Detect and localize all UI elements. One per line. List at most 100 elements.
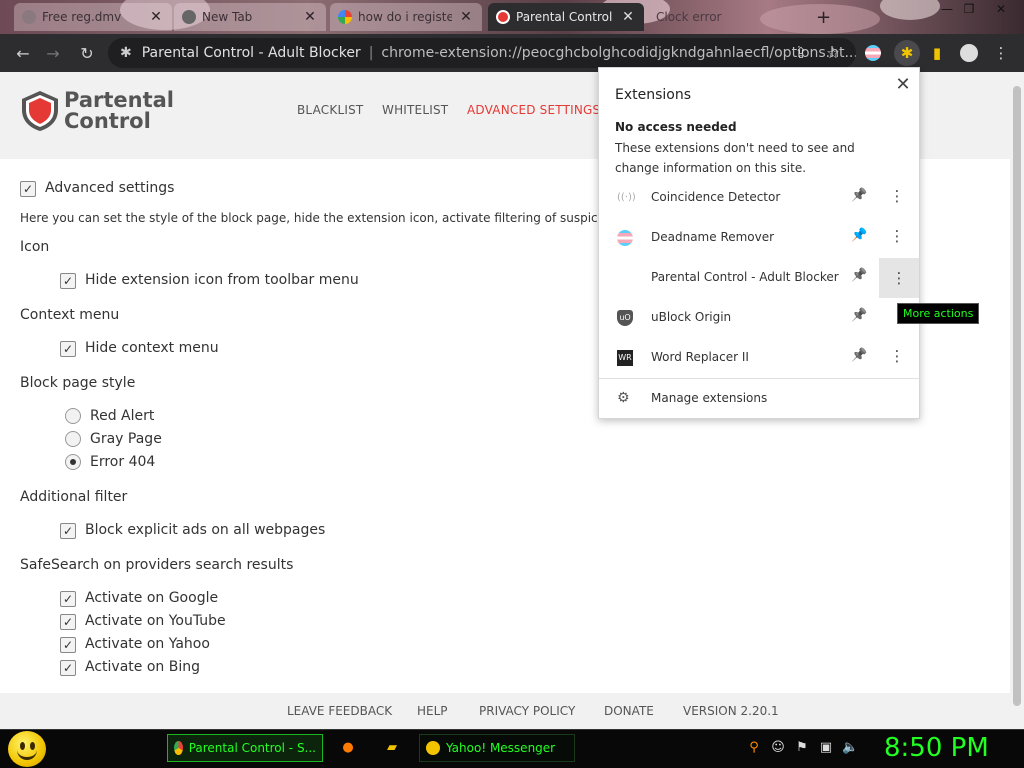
yahoo-checkbox[interactable]: ✓ — [60, 637, 76, 653]
puzzle-icon: ✱ — [120, 45, 132, 61]
tab-close-icon[interactable]: ✕ — [148, 9, 164, 25]
side-panel-icon[interactable]: ▮ — [926, 42, 948, 64]
advanced-settings-checkbox[interactable]: ✓ — [20, 181, 36, 197]
extension-row-coincidence-detector[interactable]: ((·)) Coincidence Detector 📌 ⋮ — [599, 178, 919, 218]
reload-icon[interactable]: ↻ — [76, 42, 98, 64]
action-center-flag-icon[interactable]: ⚑ — [794, 740, 810, 756]
yahoo-label: Activate on Yahoo — [85, 636, 210, 652]
error-404-radio[interactable] — [65, 454, 81, 470]
nav-whitelist[interactable]: WHITELIST — [382, 103, 448, 117]
version-text: VERSION 2.20.1 — [683, 704, 779, 718]
hide-context-checkbox[interactable]: ✓ — [60, 341, 76, 357]
gray-page-radio[interactable] — [65, 431, 81, 447]
help-link[interactable]: HELP — [417, 704, 448, 718]
smiley-eye — [20, 742, 25, 750]
extension-row-parental-control[interactable]: Parental Control - Adult Blocker 📌 ⋮ — [599, 258, 919, 298]
tab-title: New Tab — [202, 10, 253, 24]
extension-name: Word Replacer II — [651, 350, 749, 364]
address-bar[interactable]: ✱ Parental Control - Adult Blocker | chr… — [108, 38, 856, 68]
page-title-in-omnibox: Parental Control - Adult Blocker — [141, 45, 361, 61]
nav-advanced-settings[interactable]: ADVANCED SETTINGS — [467, 103, 600, 117]
extension-row-ublock-origin[interactable]: uO uBlock Origin 📌 — [599, 298, 919, 338]
taskbar-chrome-label: Parental Control - S... — [188, 741, 316, 755]
word-replacer-icon: WR — [617, 350, 633, 366]
tab-close-icon[interactable]: ✕ — [302, 9, 318, 25]
deadname-remover-toolbar-icon[interactable] — [862, 42, 884, 64]
advanced-settings-label: Advanced settings — [45, 180, 175, 196]
error-404-label: Error 404 — [90, 454, 156, 470]
gray-page-label: Gray Page — [90, 431, 162, 447]
start-smiley-icon[interactable] — [8, 731, 46, 767]
section-additional-filter: Additional filter — [20, 489, 128, 505]
manage-extensions-link[interactable]: Manage extensions — [651, 391, 767, 405]
volume-icon[interactable]: 🔈 — [842, 740, 858, 756]
tab-new-tab[interactable]: New Tab ✕ — [174, 3, 326, 31]
extension-name: uBlock Origin — [651, 310, 732, 324]
tab-close-icon[interactable]: ✕ — [458, 9, 474, 25]
tab-title: how do i register — [358, 10, 452, 24]
ublock-shield-icon: uO — [617, 310, 633, 326]
bing-checkbox[interactable]: ✓ — [60, 660, 76, 676]
profile-avatar-icon[interactable] — [958, 42, 980, 64]
search-icon[interactable]: ⚲ — [746, 740, 762, 756]
forward-icon[interactable]: → — [42, 42, 64, 64]
extension-name: Coincidence Detector — [651, 190, 781, 204]
extension-row-deadname-remover[interactable]: Deadname Remover 📌 ⋮ — [599, 218, 919, 258]
popup-divider — [599, 378, 919, 379]
messenger-tray-icon[interactable]: ☺ — [770, 740, 786, 756]
block-ads-checkbox[interactable]: ✓ — [60, 523, 76, 539]
advanced-description: Here you can set the style of the block … — [20, 211, 684, 225]
tab-clock-error[interactable]: Clock error — [648, 3, 808, 31]
google-checkbox[interactable]: ✓ — [60, 591, 76, 607]
youtube-checkbox[interactable]: ✓ — [60, 614, 76, 630]
close-window-button[interactable]: ✕ — [990, 2, 1012, 16]
shield-icon — [496, 10, 510, 24]
taskbar-yahoo-label: Yahoo! Messenger — [446, 741, 556, 755]
scrollbar-thumb[interactable] — [1013, 86, 1021, 706]
bookmark-star-icon[interactable]: ☆ — [822, 42, 844, 64]
pin-icon[interactable]: 📌 — [851, 268, 867, 283]
more-actions-icon[interactable]: ⋮ — [889, 347, 905, 365]
taskbar-clock[interactable]: 8:50 PM — [884, 733, 989, 763]
deadname-remover-icon — [617, 230, 633, 246]
nav-blacklist[interactable]: BLACKLIST — [297, 103, 363, 117]
tab-close-icon[interactable]: ✕ — [620, 9, 636, 25]
coincidence-detector-icon: ((·)) — [617, 192, 636, 203]
more-actions-icon[interactable]: ⋮ — [889, 187, 905, 205]
tab-dmv[interactable]: Free reg.dmv ✕ — [14, 3, 172, 31]
folder-icon[interactable]: ▰ — [384, 740, 400, 756]
restore-button[interactable]: ❐ — [958, 2, 980, 16]
extension-row-word-replacer[interactable]: WR Word Replacer II 📌 ⋮ — [599, 338, 919, 378]
no-access-description: These extensions don't need to see and c… — [615, 141, 855, 175]
tab-parental-control[interactable]: Parental Control ✕ — [488, 3, 644, 31]
pin-icon[interactable]: 📌 — [851, 228, 867, 243]
pin-icon[interactable]: 📌 — [851, 188, 867, 203]
back-icon[interactable]: ← — [12, 42, 34, 64]
gear-icon: ⚙ — [617, 390, 630, 406]
red-alert-radio[interactable] — [65, 408, 81, 424]
pin-icon[interactable]: 📌 — [851, 308, 867, 323]
more-actions-icon[interactable]: ⋮ — [879, 258, 919, 298]
extensions-puzzle-icon[interactable]: ✱ — [894, 40, 920, 66]
hide-context-label: Hide context menu — [85, 340, 219, 356]
minimize-button[interactable]: — — [936, 2, 958, 16]
hide-icon-label: Hide extension icon from toolbar menu — [85, 272, 359, 288]
leave-feedback-link[interactable]: LEAVE FEEDBACK — [287, 704, 392, 718]
taskbar-yahoo-messenger-button[interactable]: Yahoo! Messenger — [419, 734, 575, 762]
section-icon: Icon — [20, 239, 50, 255]
privacy-policy-link[interactable]: PRIVACY POLICY — [479, 704, 575, 718]
new-tab-button[interactable]: + — [816, 7, 831, 28]
network-icon[interactable]: ▣ — [818, 740, 834, 756]
red-alert-label: Red Alert — [90, 408, 155, 424]
hide-icon-checkbox[interactable]: ✓ — [60, 273, 76, 289]
donate-link[interactable]: DONATE — [604, 704, 654, 718]
share-icon[interactable]: ⇪ — [790, 42, 812, 64]
firefox-icon[interactable]: ● — [340, 740, 356, 756]
taskbar-chrome-button[interactable]: Parental Control - S... — [167, 734, 323, 762]
pin-icon[interactable]: 📌 — [851, 348, 867, 363]
more-actions-icon[interactable]: ⋮ — [889, 227, 905, 245]
smiley-eye — [30, 742, 35, 750]
tab-google-search[interactable]: how do i register ✕ — [330, 3, 482, 31]
popup-close-icon[interactable]: ✕ — [893, 74, 913, 95]
chrome-menu-icon[interactable]: ⋮ — [990, 42, 1012, 64]
